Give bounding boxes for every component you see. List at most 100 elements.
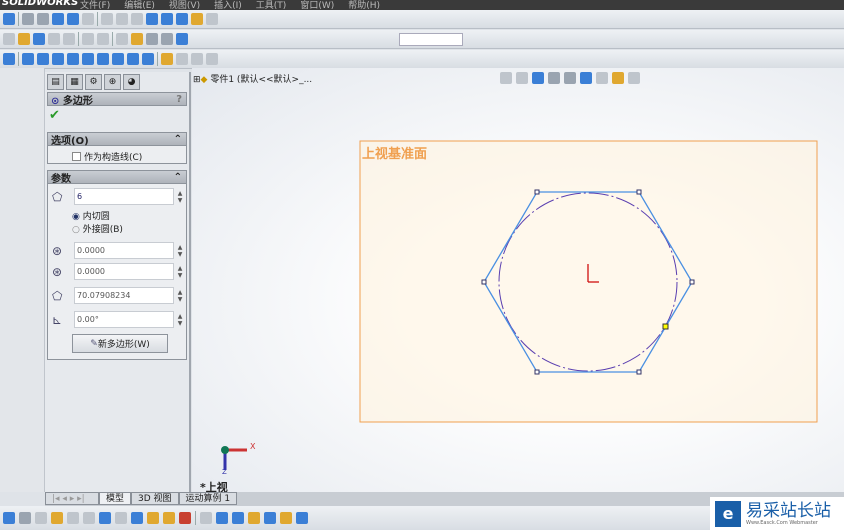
angle-spinner[interactable]: ▲ ▼ bbox=[174, 313, 186, 327]
dimetric-icon[interactable] bbox=[142, 53, 154, 65]
zoom-fit-icon[interactable] bbox=[500, 72, 512, 84]
construction-checkbox[interactable] bbox=[72, 151, 81, 161]
table-icon[interactable] bbox=[35, 512, 47, 524]
tab-3d-view[interactable]: 3D 视图 bbox=[131, 492, 179, 505]
graphics-area[interactable]: 上视基准面 X Z *上视 bbox=[192, 68, 844, 494]
property-tab[interactable]: ▦ bbox=[66, 74, 83, 90]
section-icon[interactable] bbox=[176, 13, 188, 25]
open-icon[interactable] bbox=[18, 33, 30, 45]
properties-icon[interactable] bbox=[51, 512, 63, 524]
mass-icon[interactable] bbox=[147, 512, 159, 524]
expand-icon[interactable]: ⊞ bbox=[193, 75, 201, 85]
collapse-icon[interactable]: ⌃ bbox=[174, 172, 182, 183]
spell-check-icon[interactable] bbox=[3, 512, 15, 524]
filter-planes-icon[interactable] bbox=[280, 512, 292, 524]
filter-icon[interactable] bbox=[200, 512, 212, 524]
check-icon[interactable] bbox=[67, 512, 79, 524]
smart-dim-icon[interactable] bbox=[131, 33, 143, 45]
config-dropdown[interactable] bbox=[399, 32, 463, 46]
bottom-view-icon[interactable] bbox=[97, 53, 109, 65]
filter-vertices-icon[interactable] bbox=[264, 512, 276, 524]
relations-icon[interactable] bbox=[176, 33, 188, 45]
revolve-icon[interactable] bbox=[176, 53, 188, 65]
center-x-input[interactable] bbox=[74, 242, 174, 259]
hidden-removed-icon[interactable] bbox=[131, 13, 143, 25]
dimxpert-tab[interactable]: ⊕ bbox=[104, 74, 121, 90]
pan-icon[interactable] bbox=[67, 13, 79, 25]
appearance-icon[interactable] bbox=[612, 72, 624, 84]
center-y-input[interactable] bbox=[74, 263, 174, 280]
view-orientation-icon[interactable] bbox=[564, 72, 576, 84]
filter-axes-icon[interactable] bbox=[296, 512, 308, 524]
trimetric-icon[interactable] bbox=[127, 53, 139, 65]
iso-view-icon[interactable] bbox=[112, 53, 124, 65]
rebuild-icon[interactable] bbox=[97, 33, 109, 45]
ok-button[interactable]: ✔ bbox=[45, 106, 189, 126]
loft-icon[interactable] bbox=[206, 53, 218, 65]
previous-view-icon[interactable] bbox=[532, 72, 544, 84]
macro-icon[interactable] bbox=[131, 512, 143, 524]
stop-icon[interactable] bbox=[179, 512, 191, 524]
left-view-icon[interactable] bbox=[52, 53, 64, 65]
feature-tree-tab[interactable]: ▤ bbox=[47, 74, 64, 90]
sketch-icon[interactable] bbox=[116, 33, 128, 45]
select-icon[interactable] bbox=[82, 33, 94, 45]
wireframe-icon[interactable] bbox=[101, 13, 113, 25]
filter-faces-icon[interactable] bbox=[248, 512, 260, 524]
inscribed-radio[interactable]: ◉ 内切圆 bbox=[72, 211, 186, 224]
view-orient-icon[interactable] bbox=[3, 13, 15, 25]
zoom-fit-icon[interactable] bbox=[22, 13, 34, 25]
sketch-canvas[interactable] bbox=[192, 68, 844, 492]
line-format-icon[interactable] bbox=[146, 33, 158, 45]
circumscribed-radio[interactable]: ○ 外接圆(B) bbox=[72, 224, 186, 237]
section-view-icon[interactable] bbox=[548, 72, 560, 84]
center-y-spinner[interactable]: ▲ ▼ bbox=[174, 265, 186, 279]
roll-icon[interactable] bbox=[82, 13, 94, 25]
tab-motion-study[interactable]: 运动算例 1 bbox=[178, 492, 238, 505]
measure-icon[interactable] bbox=[19, 512, 31, 524]
sweep-icon[interactable] bbox=[191, 53, 203, 65]
new-polygon-button[interactable]: ✎ 新多边形(W) bbox=[72, 334, 168, 353]
shaded-icon[interactable] bbox=[161, 13, 173, 25]
center-x-spinner[interactable]: ▲ ▼ bbox=[174, 244, 186, 258]
undo-icon[interactable] bbox=[63, 33, 75, 45]
back-view-icon[interactable] bbox=[37, 53, 49, 65]
top-view-icon[interactable] bbox=[82, 53, 94, 65]
library-icon[interactable] bbox=[83, 512, 95, 524]
evaluate-icon[interactable] bbox=[163, 512, 175, 524]
hide-show-icon[interactable] bbox=[596, 72, 608, 84]
help-button[interactable]: ? bbox=[176, 94, 182, 105]
sum-icon[interactable] bbox=[99, 512, 111, 524]
scene-icon[interactable] bbox=[628, 72, 640, 84]
select-filter-icon[interactable] bbox=[216, 512, 228, 524]
filter-edges-icon[interactable] bbox=[232, 512, 244, 524]
right-view-icon[interactable] bbox=[67, 53, 79, 65]
front-view-icon[interactable] bbox=[22, 53, 34, 65]
rotate-icon[interactable] bbox=[52, 13, 64, 25]
tab-nav-arrows[interactable]: |◂ ◂ ▸ ▸| bbox=[45, 492, 99, 505]
diameter-input[interactable] bbox=[74, 287, 174, 304]
shaded-edges-icon[interactable] bbox=[146, 13, 158, 25]
scene-icon[interactable] bbox=[206, 13, 218, 25]
display-tab[interactable]: ◕ bbox=[123, 74, 140, 90]
options-header[interactable]: 选项(O) ⌃ bbox=[47, 132, 187, 147]
sides-spinner[interactable]: ▲ ▼ bbox=[174, 190, 186, 204]
config-tab[interactable]: ⚙ bbox=[85, 74, 102, 90]
grid-icon[interactable] bbox=[161, 33, 173, 45]
extrude-icon[interactable] bbox=[161, 53, 173, 65]
print-icon[interactable] bbox=[48, 33, 60, 45]
angle-input[interactable] bbox=[74, 311, 174, 328]
zoom-area-icon[interactable] bbox=[516, 72, 528, 84]
collapse-icon[interactable]: ⌃ bbox=[174, 134, 182, 145]
tools-icon[interactable] bbox=[115, 512, 127, 524]
display-style-icon[interactable] bbox=[580, 72, 592, 84]
tab-model[interactable]: 模型 bbox=[99, 492, 132, 505]
params-header[interactable]: 参数 ⌃ bbox=[47, 170, 187, 185]
feature-tree-root[interactable]: ⊞◆ 零件1 (默认<<默认>_... bbox=[193, 72, 312, 85]
hidden-lines-icon[interactable] bbox=[116, 13, 128, 25]
new-icon[interactable] bbox=[3, 33, 15, 45]
sides-input[interactable] bbox=[74, 188, 174, 205]
anchor-icon[interactable] bbox=[3, 53, 15, 65]
diameter-spinner[interactable]: ▲ ▼ bbox=[174, 289, 186, 303]
save-icon[interactable] bbox=[33, 33, 45, 45]
